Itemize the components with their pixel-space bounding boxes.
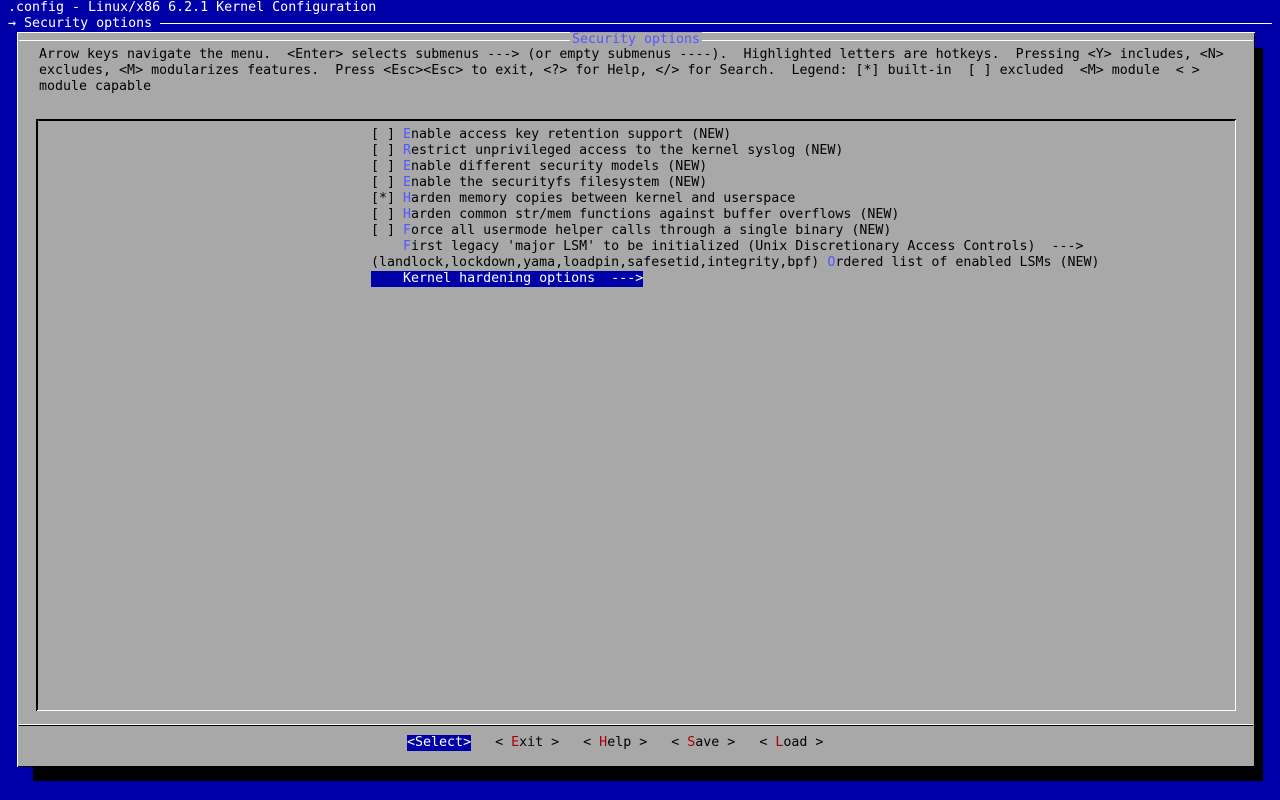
menu-item-prefix: (landlock,lockdown,yama,loadpin,safeseti…	[371, 255, 828, 270]
menu-item-label: irst legacy 'major LSM' to be initialize…	[411, 239, 1084, 254]
menu-item-prefix: [ ]	[371, 223, 404, 238]
menu-item-prefix: [ ]	[371, 175, 404, 190]
button-bracket-close: >	[719, 735, 736, 750]
menu-item-prefix: [ ]	[371, 143, 404, 158]
dialog-shadow-right	[1255, 48, 1263, 781]
button-hotkey: H	[599, 735, 608, 750]
menu-item-label: nable the securityfs filesystem (NEW)	[411, 175, 708, 190]
menu-item-hotkey: E	[403, 127, 412, 142]
menu-item[interactable]: First legacy 'major LSM' to be initializ…	[371, 239, 1100, 255]
button-bar: <Select> < Exit > < Help > < Save > < Load >	[407, 735, 847, 751]
button-label: xit	[519, 735, 544, 750]
menu-item-label: nable different security models (NEW)	[411, 159, 708, 174]
menu-item-prefix: [ ]	[371, 207, 404, 222]
button-bracket-close: >	[463, 735, 472, 750]
menu-item[interactable]: [*] Harden memory copies between kernel …	[371, 191, 1100, 207]
menu-item-prefix: [ ]	[371, 127, 404, 142]
menu-item-hotkey: E	[403, 175, 412, 190]
button-label: oad	[783, 735, 808, 750]
menu-item-label: nable access key retention support (NEW)	[411, 127, 732, 142]
menu-item-hotkey: R	[403, 143, 412, 158]
button-label: elp	[607, 735, 632, 750]
menu-box: [ ] Enable access key retention support …	[36, 119, 1236, 711]
help-button[interactable]: < Help >	[583, 735, 647, 751]
menu-item-hotkey: K	[403, 271, 412, 286]
breadcrumb: → Security options	[8, 16, 152, 32]
button-bracket-open: <	[671, 735, 688, 750]
select-button[interactable]: <Select>	[407, 735, 472, 751]
button-label: elect	[423, 735, 464, 750]
menu-item-hotkey: F	[403, 239, 412, 254]
menu-item-hotkey: H	[403, 207, 412, 222]
menu-list: [ ] Enable access key retention support …	[371, 127, 1100, 287]
menu-item-label: rdered list of enabled LSMs (NEW)	[835, 255, 1100, 270]
menu-item[interactable]: (landlock,lockdown,yama,loadpin,safeseti…	[371, 255, 1100, 271]
menu-item-label: arden common str/mem functions against b…	[411, 207, 900, 222]
menu-item-label: orce all usermode helper calls through a…	[411, 223, 892, 238]
button-hotkey: E	[511, 735, 520, 750]
load-button[interactable]: < Load >	[759, 735, 823, 751]
exit-button[interactable]: < Exit >	[495, 735, 559, 751]
button-bracket-close: >	[807, 735, 824, 750]
menu-item-hotkey: F	[403, 223, 412, 238]
menu-item-prefix	[371, 271, 403, 286]
menu-item-text: Kernel hardening options --->	[371, 271, 644, 287]
menu-item[interactable]: [ ] Restrict unprivileged access to the …	[371, 143, 1100, 159]
security-options-dialog: Security options Arrow keys navigate the…	[17, 32, 1255, 767]
menu-item-prefix: [ ]	[371, 159, 404, 174]
button-bracket-close: >	[631, 735, 648, 750]
menu-item[interactable]: [ ] Force all usermode helper calls thro…	[371, 223, 1100, 239]
breadcrumb-label: Security options	[24, 16, 153, 31]
menu-item[interactable]: [ ] Enable the securityfs filesystem (NE…	[371, 175, 1100, 191]
kconfig-screen: { "header": { "title": ".config - Linux/…	[0, 0, 1280, 800]
menu-item-label: arden memory copies between kernel and u…	[411, 191, 796, 206]
menu-item-prefix	[371, 239, 403, 254]
save-button[interactable]: < Save >	[671, 735, 735, 751]
dialog-shadow-bottom	[33, 767, 1263, 781]
button-hotkey: S	[415, 735, 424, 750]
menu-item-label: ernel hardening options --->	[411, 271, 644, 286]
button-label: ave	[695, 735, 720, 750]
menu-item[interactable]: [ ] Enable access key retention support …	[371, 127, 1100, 143]
menu-item[interactable]: [ ] Harden common str/mem functions agai…	[371, 207, 1100, 223]
button-bracket-close: >	[543, 735, 560, 750]
breadcrumb-rule	[160, 23, 1272, 24]
menu-item-prefix: [*]	[371, 191, 404, 206]
button-bracket-open: <	[583, 735, 600, 750]
breadcrumb-arrow-icon: →	[8, 16, 17, 31]
bottom-separator-shadow	[19, 725, 1253, 726]
menu-item-label: estrict unprivileged access to the kerne…	[411, 143, 844, 158]
help-text: Arrow keys navigate the menu. <Enter> se…	[39, 47, 1232, 94]
menu-item[interactable]: [ ] Enable different security models (NE…	[371, 159, 1100, 175]
button-bracket-open: <	[759, 735, 776, 750]
menu-item-hotkey: E	[403, 159, 412, 174]
button-bracket-open: <	[495, 735, 512, 750]
dialog-title: Security options	[569, 32, 703, 47]
button-bracket-open: <	[407, 735, 416, 750]
window-title: .config - Linux/x86 6.2.1 Kernel Configu…	[8, 0, 377, 15]
menu-item[interactable]: Kernel hardening options --->	[371, 271, 1100, 287]
menu-item-hotkey: H	[403, 191, 412, 206]
